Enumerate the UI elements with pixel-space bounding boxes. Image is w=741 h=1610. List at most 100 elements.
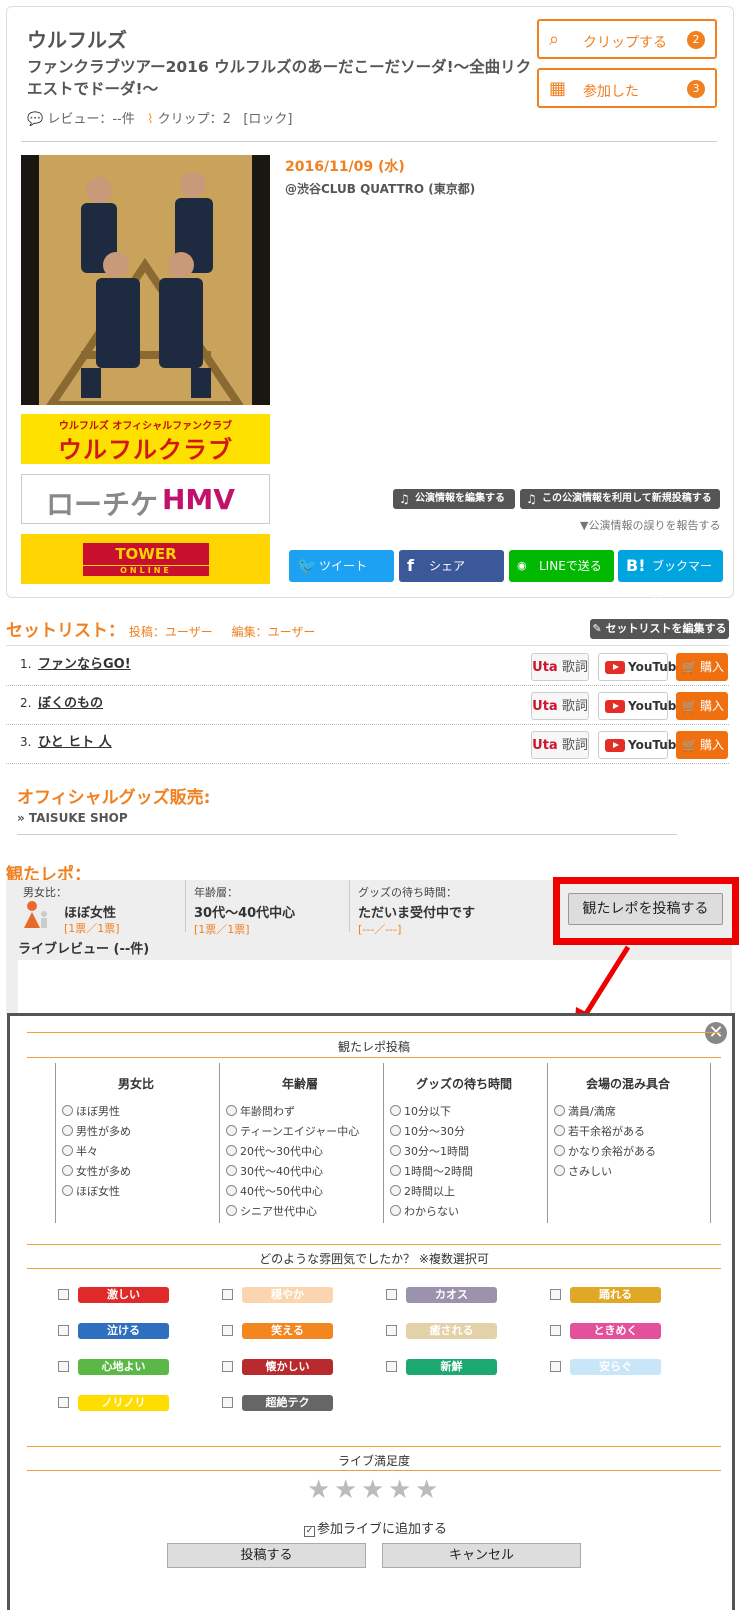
lyrics-button[interactable]: Uta 歌詞 [531, 692, 589, 720]
lyrics-button[interactable]: Uta 歌詞 [531, 731, 589, 759]
goods-shop-link[interactable]: » TAISUKE SHOP [17, 811, 128, 825]
fanclub-banner[interactable]: ウルフルズ オフィシャルファンクラブ ウルフルクラブ [21, 414, 270, 464]
radio-option[interactable]: 20代〜30代中心 [226, 1143, 323, 1159]
radio-circle-icon[interactable] [390, 1125, 401, 1136]
song-title-link[interactable]: ひと ヒト 人 [38, 731, 112, 750]
checkbox-checked-icon[interactable]: ✓ [304, 1526, 315, 1537]
radio-option[interactable]: 10分以下 [390, 1103, 451, 1119]
line-share-button[interactable]: ◉ LINEで送る [509, 550, 614, 582]
artist-name[interactable]: ウルフルズ [27, 24, 127, 53]
radio-option[interactable]: 30代〜40代中心 [226, 1163, 323, 1179]
song-title-link[interactable]: ファンならGO! [38, 653, 131, 672]
star-icon[interactable]: ★ [307, 1475, 330, 1505]
checkbox-icon[interactable] [58, 1397, 69, 1408]
radio-circle-icon[interactable] [226, 1125, 237, 1136]
checkbox-icon[interactable] [386, 1361, 397, 1372]
youtube-button[interactable]: YouTube [598, 692, 685, 720]
attend-button[interactable]: ▦ 参加した 3 [537, 68, 717, 108]
buy-button[interactable]: 🛒 購入 [676, 692, 728, 720]
checkbox-icon[interactable] [222, 1361, 233, 1372]
radio-circle-icon[interactable] [62, 1185, 73, 1196]
lawson-hmv-banner[interactable]: ローチケ HMV [21, 474, 270, 524]
star-icon[interactable]: ★ [415, 1475, 438, 1505]
radio-option[interactable]: わからない [390, 1203, 459, 1219]
radio-circle-icon[interactable] [554, 1105, 565, 1116]
checkbox-icon[interactable] [386, 1289, 397, 1300]
radio-option[interactable]: 30分〜1時間 [390, 1143, 469, 1159]
checkbox-icon[interactable] [222, 1397, 233, 1408]
radio-circle-icon[interactable] [226, 1145, 237, 1156]
post-report-button[interactable]: 観たレポを投稿する [568, 893, 723, 925]
checkbox-icon[interactable] [550, 1325, 561, 1336]
cart-icon: 🛒 [682, 699, 697, 713]
radio-option[interactable]: 1時間〜2時間 [390, 1163, 473, 1179]
song-title-link[interactable]: ぼくのもの [38, 692, 103, 711]
radio-option[interactable]: かなり余裕がある [554, 1143, 656, 1159]
checkbox-icon[interactable] [58, 1361, 69, 1372]
report-error-link[interactable]: ▼公演情報の誤りを報告する [580, 517, 720, 533]
radio-circle-icon[interactable] [62, 1165, 73, 1176]
cancel-button[interactable]: キャンセル [382, 1543, 581, 1568]
new-post-button[interactable]: ♫ この公演情報を利用して新規投稿する [520, 489, 720, 509]
radio-option[interactable]: 40代〜50代中心 [226, 1183, 323, 1199]
radio-circle-icon[interactable] [226, 1205, 237, 1216]
youtube-button[interactable]: YouTube [598, 731, 685, 759]
radio-circle-icon[interactable] [390, 1145, 401, 1156]
checkbox-icon[interactable] [550, 1361, 561, 1372]
event-venue[interactable]: @渋谷CLUB QUATTRO (東京都) [285, 180, 475, 197]
setlist-row: 2. ぼくのもの Uta 歌詞 YouTube 🛒 購入 [6, 686, 729, 725]
radio-option[interactable]: ほぼ男性 [62, 1103, 120, 1119]
radio-circle-icon[interactable] [62, 1105, 73, 1116]
radio-circle-icon[interactable] [62, 1145, 73, 1156]
buy-button[interactable]: 🛒 購入 [676, 653, 728, 681]
hatena-bookmark-button[interactable]: B! ブックマーク [618, 550, 723, 605]
tweet-button[interactable]: 🐦 ツイート [289, 550, 394, 582]
add-live-checkbox-row[interactable]: ✓ 参加ライブに追加する [304, 1518, 447, 1537]
clip-button[interactable]: ⌕ クリップする 2 [537, 19, 717, 59]
buy-button[interactable]: 🛒 購入 [676, 731, 728, 759]
checkbox-icon[interactable] [222, 1289, 233, 1300]
review-count: レビュー：--件 [47, 112, 135, 127]
radio-option[interactable]: ほぼ女性 [62, 1183, 120, 1199]
radio-option[interactable]: 半々 [62, 1143, 98, 1159]
radio-circle-icon[interactable] [226, 1165, 237, 1176]
star-icon[interactable]: ★ [361, 1475, 384, 1505]
radio-circle-icon[interactable] [390, 1105, 401, 1116]
radio-option[interactable]: ティーンエイジャー中心 [226, 1123, 359, 1139]
radio-circle-icon[interactable] [554, 1125, 565, 1136]
radio-circle-icon[interactable] [62, 1125, 73, 1136]
star-icon[interactable]: ★ [388, 1475, 411, 1505]
star-icon[interactable]: ★ [334, 1475, 357, 1505]
edit-setlist-button[interactable]: ✎ セットリストを編集する [590, 619, 729, 639]
radio-circle-icon[interactable] [390, 1165, 401, 1176]
radio-option[interactable]: 若干余裕がある [554, 1123, 645, 1139]
radio-circle-icon[interactable] [390, 1205, 401, 1216]
clip-count-badge: 2 [687, 31, 705, 49]
youtube-button[interactable]: YouTube [598, 653, 685, 681]
radio-circle-icon[interactable] [390, 1185, 401, 1196]
radio-circle-icon[interactable] [554, 1145, 565, 1156]
radio-option[interactable]: シニア世代中心 [226, 1203, 317, 1219]
checkbox-icon[interactable] [58, 1289, 69, 1300]
radio-option[interactable]: 2時間以上 [390, 1183, 455, 1199]
radio-option[interactable]: さみしい [554, 1163, 612, 1179]
checkbox-icon[interactable] [550, 1289, 561, 1300]
radio-option[interactable]: 10分〜30分 [390, 1123, 465, 1139]
radio-option[interactable]: 女性が多め [62, 1163, 131, 1179]
edit-info-button[interactable]: ♫ 公演情報を編集する [393, 489, 515, 509]
radio-option[interactable]: 年齢問わず [226, 1103, 295, 1119]
checkbox-icon[interactable] [58, 1325, 69, 1336]
radio-option[interactable]: 男性が多め [62, 1123, 131, 1139]
radio-circle-icon[interactable] [226, 1185, 237, 1196]
checkbox-icon[interactable] [386, 1325, 397, 1336]
tower-records-banner[interactable]: TOWER RECORDS ONLINE [21, 534, 270, 585]
radio-circle-icon[interactable] [554, 1165, 565, 1176]
radio-circle-icon[interactable] [226, 1105, 237, 1116]
checkbox-icon[interactable] [222, 1325, 233, 1336]
radio-option[interactable]: 満員/満席 [554, 1103, 616, 1119]
genre-tag[interactable]: [ロック] [243, 112, 292, 127]
mood-tag: 踊れる [570, 1287, 661, 1303]
lyrics-button[interactable]: Uta 歌詞 [531, 653, 589, 681]
submit-button[interactable]: 投稿する [167, 1543, 366, 1568]
facebook-share-button[interactable]: f シェア [399, 550, 504, 582]
